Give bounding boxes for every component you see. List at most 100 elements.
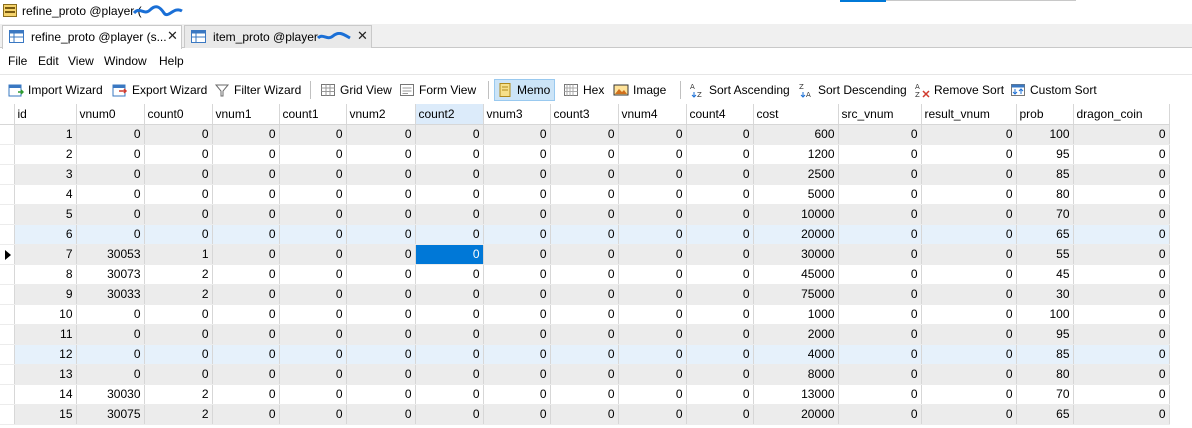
cell-vnum3[interactable]: 0	[483, 204, 551, 225]
cell-prob[interactable]: 95	[1016, 324, 1074, 345]
cell-dragon-coin[interactable]: 0	[1073, 124, 1170, 145]
table-row[interactable]: 13 0 0 0 0 0 0 0 0 0 0 8000 0 0 80 0	[0, 364, 1170, 385]
cell-result-vnum[interactable]: 0	[921, 144, 1017, 165]
cell-vnum2[interactable]: 0	[346, 204, 416, 225]
cell-count0[interactable]: 2	[144, 384, 213, 405]
cell-vnum3[interactable]: 0	[483, 364, 551, 385]
cell-vnum1[interactable]: 0	[212, 224, 280, 245]
cell-dragon-coin[interactable]: 0	[1073, 144, 1170, 165]
cell-vnum1[interactable]: 0	[212, 244, 280, 265]
cell-count1[interactable]: 0	[279, 324, 347, 345]
cell-count0[interactable]: 2	[144, 284, 213, 305]
row-indicator[interactable]	[0, 284, 15, 305]
cell-id[interactable]: 14	[14, 384, 77, 405]
column-header-prob[interactable]: prob	[1016, 104, 1074, 125]
cell-count4[interactable]: 0	[686, 264, 754, 285]
cell-count0[interactable]: 0	[144, 204, 213, 225]
cell-id[interactable]: 13	[14, 364, 77, 385]
cell-cost[interactable]: 2000	[753, 324, 839, 345]
cell-count1[interactable]: 0	[279, 164, 347, 185]
cell-result-vnum[interactable]: 0	[921, 364, 1017, 385]
cell-result-vnum[interactable]: 0	[921, 184, 1017, 205]
cell-count3[interactable]: 0	[550, 144, 619, 165]
cell-count1[interactable]: 0	[279, 264, 347, 285]
cell-vnum0[interactable]: 30075	[76, 404, 145, 425]
column-header-result-vnum[interactable]: result_vnum	[921, 104, 1017, 125]
cell-count0[interactable]: 0	[144, 324, 213, 345]
column-header-vnum1[interactable]: vnum1	[212, 104, 280, 125]
cell-result-vnum[interactable]: 0	[921, 344, 1017, 365]
row-indicator[interactable]	[0, 144, 15, 165]
cell-result-vnum[interactable]: 0	[921, 264, 1017, 285]
cell-vnum1[interactable]: 0	[212, 144, 280, 165]
cell-id[interactable]: 1	[14, 124, 77, 145]
image-button[interactable]: Image	[613, 79, 666, 101]
cell-result-vnum[interactable]: 0	[921, 284, 1017, 305]
cell-vnum0[interactable]: 0	[76, 184, 145, 205]
cell-prob[interactable]: 85	[1016, 164, 1074, 185]
cell-src-vnum[interactable]: 0	[838, 124, 922, 145]
cell-cost[interactable]: 8000	[753, 364, 839, 385]
cell-src-vnum[interactable]: 0	[838, 144, 922, 165]
cell-count4[interactable]: 0	[686, 184, 754, 205]
cell-src-vnum[interactable]: 0	[838, 404, 922, 425]
close-icon[interactable]: ✕	[167, 29, 178, 43]
cell-count1[interactable]: 0	[279, 204, 347, 225]
cell-count3[interactable]: 0	[550, 244, 619, 265]
cell-vnum1[interactable]: 0	[212, 264, 280, 285]
cell-result-vnum[interactable]: 0	[921, 304, 1017, 325]
cell-cost[interactable]: 20000	[753, 404, 839, 425]
cell-id[interactable]: 15	[14, 404, 77, 425]
menu-file[interactable]: File	[8, 54, 27, 68]
cell-src-vnum[interactable]: 0	[838, 224, 922, 245]
table-row[interactable]: 12 0 0 0 0 0 0 0 0 0 0 4000 0 0 85 0	[0, 344, 1170, 365]
cell-vnum4[interactable]: 0	[618, 184, 687, 205]
cell-vnum4[interactable]: 0	[618, 264, 687, 285]
cell-cost[interactable]: 20000	[753, 224, 839, 245]
cell-count2[interactable]: 0	[415, 124, 484, 145]
cell-result-vnum[interactable]: 0	[921, 224, 1017, 245]
cell-dragon-coin[interactable]: 0	[1073, 304, 1170, 325]
cell-count2[interactable]: 0	[415, 264, 484, 285]
cell-count1[interactable]: 0	[279, 224, 347, 245]
cell-dragon-coin[interactable]: 0	[1073, 184, 1170, 205]
menu-view[interactable]: View	[68, 54, 94, 68]
cell-vnum1[interactable]: 0	[212, 124, 280, 145]
cell-count2[interactable]: 0	[415, 164, 484, 185]
cell-vnum0[interactable]: 0	[76, 164, 145, 185]
cell-count1[interactable]: 0	[279, 364, 347, 385]
cell-dragon-coin[interactable]: 0	[1073, 284, 1170, 305]
cell-vnum0[interactable]: 0	[76, 124, 145, 145]
cell-dragon-coin[interactable]: 0	[1073, 164, 1170, 185]
cell-vnum2[interactable]: 0	[346, 344, 416, 365]
column-header-count1[interactable]: count1	[279, 104, 347, 125]
tab-refine-proto[interactable]: refine_proto @player (s... ✕	[2, 25, 182, 49]
cell-count4[interactable]: 0	[686, 384, 754, 405]
cell-count0[interactable]: 2	[144, 404, 213, 425]
cell-count2[interactable]: 0	[415, 244, 484, 265]
cell-vnum4[interactable]: 0	[618, 324, 687, 345]
cell-vnum2[interactable]: 0	[346, 364, 416, 385]
cell-cost[interactable]: 1000	[753, 304, 839, 325]
cell-count2[interactable]: 0	[415, 384, 484, 405]
cell-count0[interactable]: 1	[144, 244, 213, 265]
cell-cost[interactable]: 30000	[753, 244, 839, 265]
hex-button[interactable]: Hex	[563, 79, 604, 101]
data-grid[interactable]: id vnum0 count0 vnum1 count1 vnum2 count2 vnum3…	[0, 104, 1192, 428]
table-row[interactable]: 3 0 0 0 0 0 0 0 0 0 0 2500 0 0 85 0	[0, 164, 1170, 185]
cell-prob[interactable]: 80	[1016, 184, 1074, 205]
cell-count3[interactable]: 0	[550, 164, 619, 185]
cell-id[interactable]: 11	[14, 324, 77, 345]
cell-vnum0[interactable]: 0	[76, 204, 145, 225]
cell-id[interactable]: 4	[14, 184, 77, 205]
cell-cost[interactable]: 1200	[753, 144, 839, 165]
table-row[interactable]: 14 30030 2 0 0 0 0 0 0 0 0 13000 0 0 70 0	[0, 384, 1170, 405]
cell-count2[interactable]: 0	[415, 204, 484, 225]
cell-vnum0[interactable]: 0	[76, 344, 145, 365]
cell-vnum1[interactable]: 0	[212, 344, 280, 365]
cell-dragon-coin[interactable]: 0	[1073, 204, 1170, 225]
cell-vnum3[interactable]: 0	[483, 124, 551, 145]
cell-count1[interactable]: 0	[279, 384, 347, 405]
table-row[interactable]: 10 0 0 0 0 0 0 0 0 0 0 1000 0 0 100 0	[0, 304, 1170, 325]
cell-result-vnum[interactable]: 0	[921, 124, 1017, 145]
